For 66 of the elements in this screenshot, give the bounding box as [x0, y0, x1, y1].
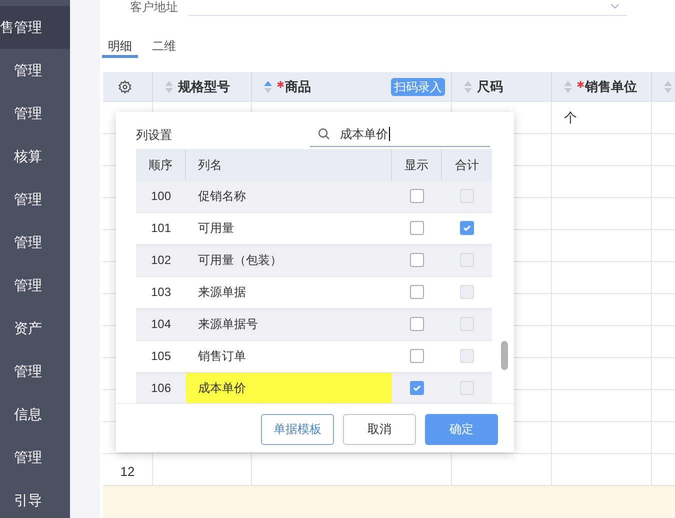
column-name: 可用量	[197, 220, 235, 238]
column-header[interactable]: 销售单位	[552, 72, 652, 101]
order-number: 104	[150, 316, 172, 334]
address-field[interactable]	[188, 4, 627, 16]
column-header[interactable]: 尺码	[452, 72, 552, 101]
column-header: 合计	[454, 156, 480, 174]
search-icon	[318, 128, 330, 140]
order-number: 100	[150, 188, 172, 206]
sidebar-item[interactable]: 管理	[0, 178, 70, 221]
sidebar-item[interactable]: 引导	[0, 479, 70, 518]
sidebar-item[interactable]: 管理	[0, 436, 70, 479]
checkbox[interactable]	[410, 349, 424, 364]
dialog-button[interactable]: 单据模板	[261, 414, 334, 445]
order-number: 106	[150, 380, 172, 398]
checkbox[interactable]	[410, 285, 424, 300]
checkbox[interactable]	[460, 221, 474, 236]
column-name: 来源单据号	[197, 316, 259, 334]
column-header[interactable]: 商品 扫码录入	[252, 72, 452, 101]
order-number: 101	[150, 220, 172, 238]
field-label: 客户地址	[130, 0, 178, 14]
checkbox[interactable]	[410, 189, 424, 204]
required-icon	[577, 81, 584, 88]
sort-icon[interactable]	[664, 80, 672, 92]
column-name: 可用量（包装）	[197, 252, 283, 270]
tab[interactable]: 明细	[102, 36, 138, 58]
column-title: 规格型号	[178, 78, 230, 96]
table-cell-text: 12	[120, 462, 135, 481]
sidebar-item[interactable]: 信息	[0, 393, 70, 436]
search-field[interactable]: 成本单价	[310, 122, 490, 147]
dialog-title: 列设置	[136, 126, 172, 144]
sidebar-item[interactable]: 售管理	[0, 6, 70, 49]
sidebar-item[interactable]: 管理	[0, 92, 70, 135]
sort-icon[interactable]	[264, 80, 272, 92]
table-cell-text: 个	[564, 108, 577, 127]
checkbox[interactable]	[410, 317, 424, 332]
column-name: 来源单据	[197, 284, 247, 302]
checkbox[interactable]	[410, 381, 424, 396]
check-icon	[462, 223, 472, 234]
tab[interactable]: 二维	[146, 36, 182, 58]
column-header[interactable]: 规格型号	[153, 72, 252, 101]
sort-icon[interactable]	[464, 80, 472, 92]
column-title: 尺码	[477, 78, 503, 96]
required-icon	[277, 81, 284, 88]
sidebar-item[interactable]: 管理	[0, 264, 70, 307]
sort-icon[interactable]	[564, 80, 572, 92]
checkbox[interactable]	[410, 253, 424, 268]
order-number: 105	[150, 348, 172, 366]
scrollbar-thumb[interactable]	[501, 340, 508, 370]
sort-icon[interactable]	[165, 80, 173, 92]
column-title: 商品	[285, 78, 311, 96]
column-name: 销售订单	[197, 348, 247, 366]
sidebar-item[interactable]: 管理	[0, 49, 70, 92]
checkbox[interactable]	[410, 221, 424, 236]
gear-icon[interactable]	[118, 80, 132, 94]
sidebar-item[interactable]: 资产	[0, 307, 70, 350]
caret-icon	[611, 4, 619, 9]
column-title: 销售单位	[585, 78, 637, 96]
sidebar-item[interactable]: 管理	[0, 221, 70, 264]
sidebar-item[interactable]: 管理	[0, 350, 70, 393]
dialog-button[interactable]: 取消	[343, 414, 416, 445]
column-name: 促销名称	[197, 188, 247, 206]
column-name: 成本单价	[186, 372, 392, 403]
sidebar-item[interactable]: 核算	[0, 135, 70, 178]
order-number: 102	[150, 252, 172, 270]
check-icon	[412, 383, 422, 394]
order-number: 103	[150, 284, 172, 302]
